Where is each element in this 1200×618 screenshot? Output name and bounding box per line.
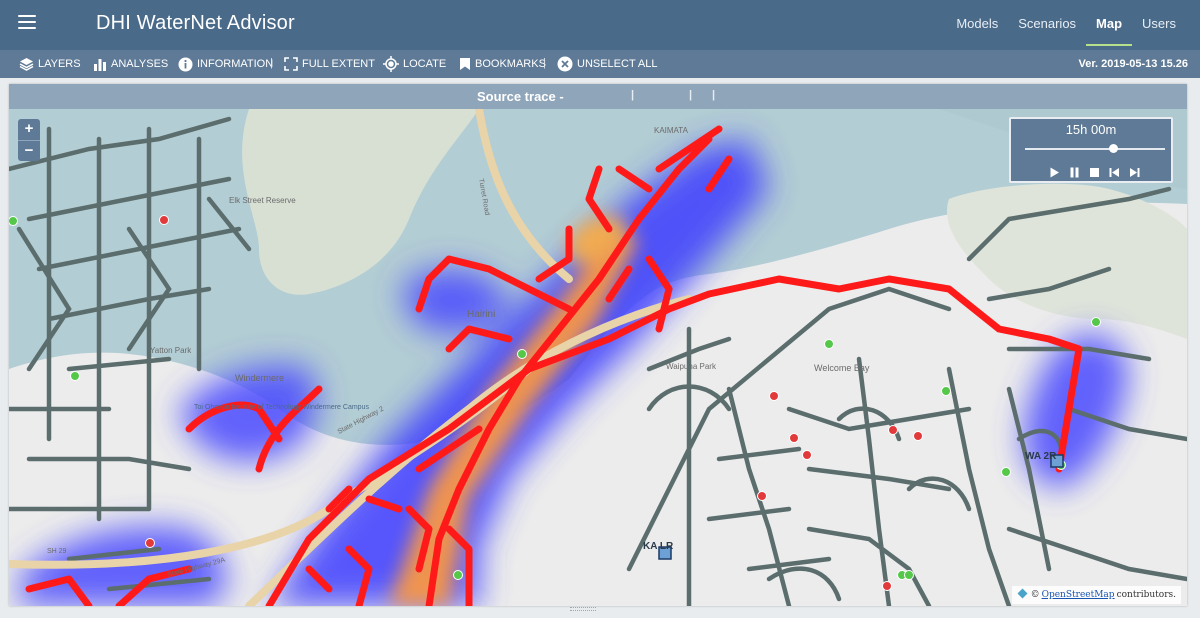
label-yatton-park: Yatton Park — [150, 346, 192, 355]
nav-users[interactable]: Users — [1132, 0, 1186, 50]
layers-icon — [19, 58, 34, 71]
full-extent-button[interactable]: FULL EXTENT — [284, 50, 375, 78]
zoom-in-button[interactable]: + — [18, 119, 40, 140]
layers-button[interactable]: LAYERS — [19, 50, 81, 78]
expand-icon — [284, 57, 298, 71]
header-separator: | — [712, 89, 716, 101]
top-bar: DHI WaterNet Advisor Models Scenarios Ma… — [0, 0, 1200, 50]
header-separator: | — [631, 89, 635, 101]
layers-label: LAYERS — [38, 58, 81, 70]
time-slider[interactable] — [1025, 148, 1165, 150]
information-label: INFORMATION — [197, 58, 274, 70]
label-toi-ohomai: Toi Ohomai Institute of Technology Winde… — [194, 404, 369, 411]
label-kaimata: KAIMATA — [654, 126, 689, 135]
menu-icon[interactable] — [18, 15, 36, 31]
label-wa-lr: WA 2R — [1025, 451, 1057, 462]
map-logo-icon — [1017, 588, 1028, 602]
label-welcome-bay: Welcome Bay — [814, 363, 870, 373]
analyses-button[interactable]: ANALYSES — [93, 50, 168, 78]
map-canvas[interactable]: KAIMATA Hairini Yatton Park Elk Street R… — [9, 109, 1187, 606]
unselect-all-button[interactable]: UNSELECT ALL — [557, 50, 658, 78]
map-toolbar: LAYERS ANALYSES INFORMATION | FULL EXTEN… — [0, 50, 1200, 78]
toolbar-separator: | — [270, 57, 273, 69]
time-player: 15h 00m — [1009, 117, 1173, 183]
resize-handle[interactable] — [570, 607, 596, 611]
full-extent-label: FULL EXTENT — [302, 58, 375, 70]
label-sh29: SH 29 — [47, 548, 67, 555]
toolbar-separator: | — [543, 57, 546, 69]
panel-title: Source trace - — [477, 89, 564, 104]
map-attribution: © OpenStreetMap contributors. — [1011, 586, 1181, 604]
header-separator: | — [689, 89, 693, 101]
label-windermere: Windermere — [235, 373, 284, 383]
nav-scenarios[interactable]: Scenarios — [1008, 0, 1086, 50]
locate-button[interactable]: LOCATE — [383, 50, 446, 78]
nav-map[interactable]: Map — [1086, 0, 1133, 46]
panel-header: Source trace - | | | — [9, 84, 1187, 109]
bookmarks-label: BOOKMARKS — [475, 58, 546, 70]
info-icon — [178, 57, 193, 71]
play-icon[interactable] — [1049, 165, 1060, 178]
map-svg[interactable]: KAIMATA Hairini Yatton Park Elk Street R… — [9, 109, 1187, 606]
locate-label: LOCATE — [403, 58, 447, 70]
zoom-control: + − — [18, 119, 40, 161]
bookmarks-button[interactable]: BOOKMARKS — [459, 50, 546, 78]
zoom-out-button[interactable]: − — [18, 140, 40, 161]
app-title: DHI WaterNet Advisor — [96, 12, 295, 34]
label-ka-lr: KA LR — [643, 541, 674, 552]
close-circle-icon — [557, 56, 573, 72]
bar-chart-icon — [94, 58, 106, 71]
nav-models[interactable]: Models — [946, 0, 1008, 50]
unselect-all-label: UNSELECT ALL — [577, 58, 658, 70]
openstreetmap-link[interactable]: OpenStreetMap — [1042, 590, 1115, 600]
pause-icon[interactable] — [1069, 165, 1080, 178]
step-back-icon[interactable] — [1109, 165, 1120, 177]
map-panel: Source trace - | | | KAIMATA Hairini Yat… — [9, 84, 1187, 606]
stop-icon[interactable] — [1089, 165, 1100, 177]
analyses-label: ANALYSES — [111, 58, 169, 70]
time-slider-handle[interactable] — [1109, 144, 1119, 153]
crosshair-icon — [383, 56, 399, 72]
information-button[interactable]: INFORMATION — [178, 50, 273, 78]
label-waipuna-park: Waipuna Park — [666, 362, 717, 371]
label-hairini: Hairini — [467, 309, 495, 320]
attribution-suffix: contributors. — [1116, 590, 1176, 600]
version-label: Ver. 2019-05-13 15.26 — [1078, 58, 1188, 70]
step-forward-icon[interactable] — [1129, 165, 1140, 177]
label-elk-street-reserve: Elk Street Reserve — [229, 196, 296, 205]
time-display: 15h 00m — [1065, 122, 1117, 137]
bookmark-icon — [460, 58, 470, 70]
copyright-symbol: © — [1030, 590, 1040, 600]
